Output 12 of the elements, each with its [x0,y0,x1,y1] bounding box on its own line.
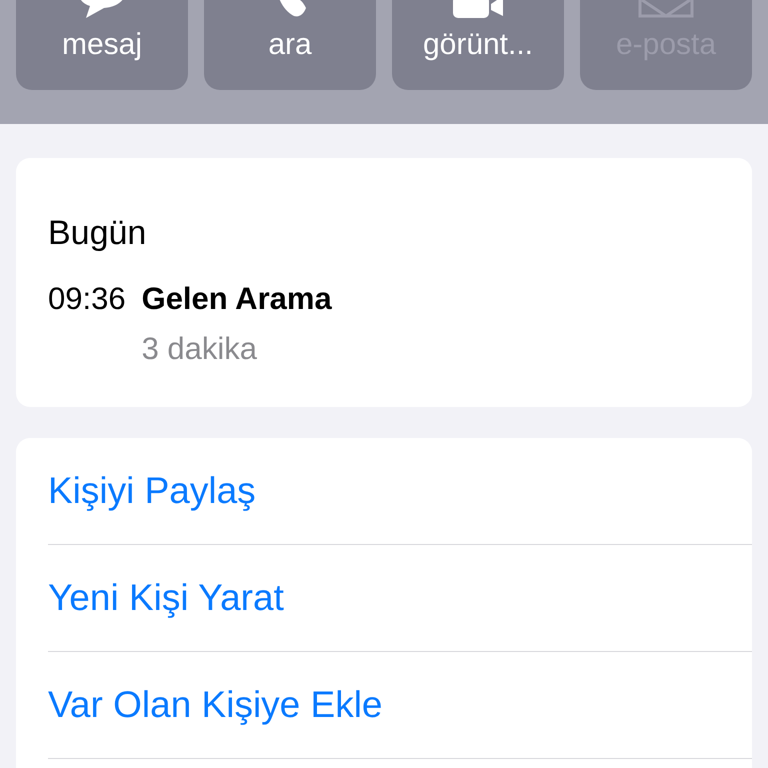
action-button[interactable]: görünt... [392,0,564,90]
menu-link[interactable]: Var Olan Kişiye Ekle [48,684,382,726]
action-button[interactable]: ara [204,0,376,90]
call-type: Gelen Arama [142,281,333,317]
section-heading: Bugün [48,214,148,253]
menu-link[interactable]: Yeni Kişi Yarat [48,577,284,619]
call-time: 09:36 [48,281,126,317]
video-camera-icon [453,0,503,18]
call-duration: 3 dakika [142,331,258,367]
mail-icon [638,0,694,18]
menu-link[interactable]: Kişiyi Paylaş [48,470,256,512]
action-button[interactable]: mesaj [16,0,188,90]
